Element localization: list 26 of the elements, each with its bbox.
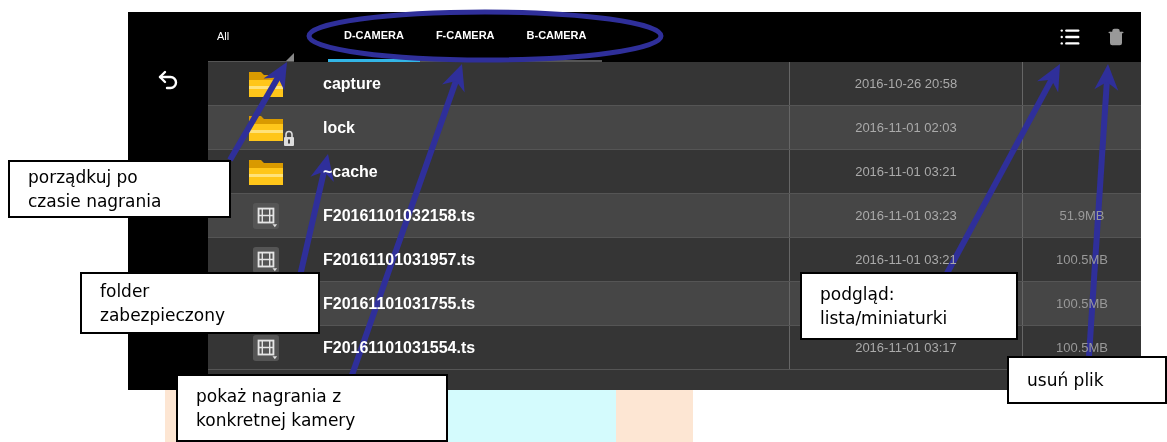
file-date: 2016-11-01 03:21: [855, 162, 957, 181]
file-name: F20161101032158.ts: [323, 206, 476, 224]
file-name: F20161101031755.ts: [323, 294, 476, 312]
file-name: F20161101031957.ts: [323, 250, 476, 268]
film-file-icon: [252, 334, 279, 361]
file-date: 2016-11-01 02:03: [855, 118, 957, 137]
film-file-icon: [252, 202, 279, 229]
back-icon[interactable]: [156, 68, 180, 92]
file-name: capture: [323, 74, 381, 92]
file-date: 2016-11-01 03:17: [855, 338, 957, 357]
camera-tab[interactable]: B-CAMERA: [510, 12, 603, 62]
file-name: ~cache: [323, 162, 378, 180]
file-name: lock: [323, 118, 355, 136]
file-row[interactable]: ~cache 2016-11-01 03:21: [208, 150, 1141, 194]
film-file-icon: [252, 246, 279, 273]
file-row[interactable]: capture 2016-10-26 20:58: [208, 62, 1141, 106]
trash-icon[interactable]: [1107, 28, 1125, 46]
camera-tab[interactable]: F-CAMERA: [419, 12, 511, 62]
file-date: 2016-10-26 20:58: [854, 74, 958, 93]
file-name: F20161101031554.ts: [323, 338, 476, 356]
callout-text: pokaż nagrania z konkretnej kamery: [196, 385, 356, 432]
callout-text: usuń plik: [1027, 369, 1104, 392]
callout-text: porządkuj po czasie nagrania: [28, 166, 162, 213]
file-date: 2016-11-01 03:23: [855, 206, 957, 225]
file-row[interactable]: lock 2016-11-01 02:03: [208, 106, 1141, 150]
list-view-icon[interactable]: [1059, 26, 1081, 48]
